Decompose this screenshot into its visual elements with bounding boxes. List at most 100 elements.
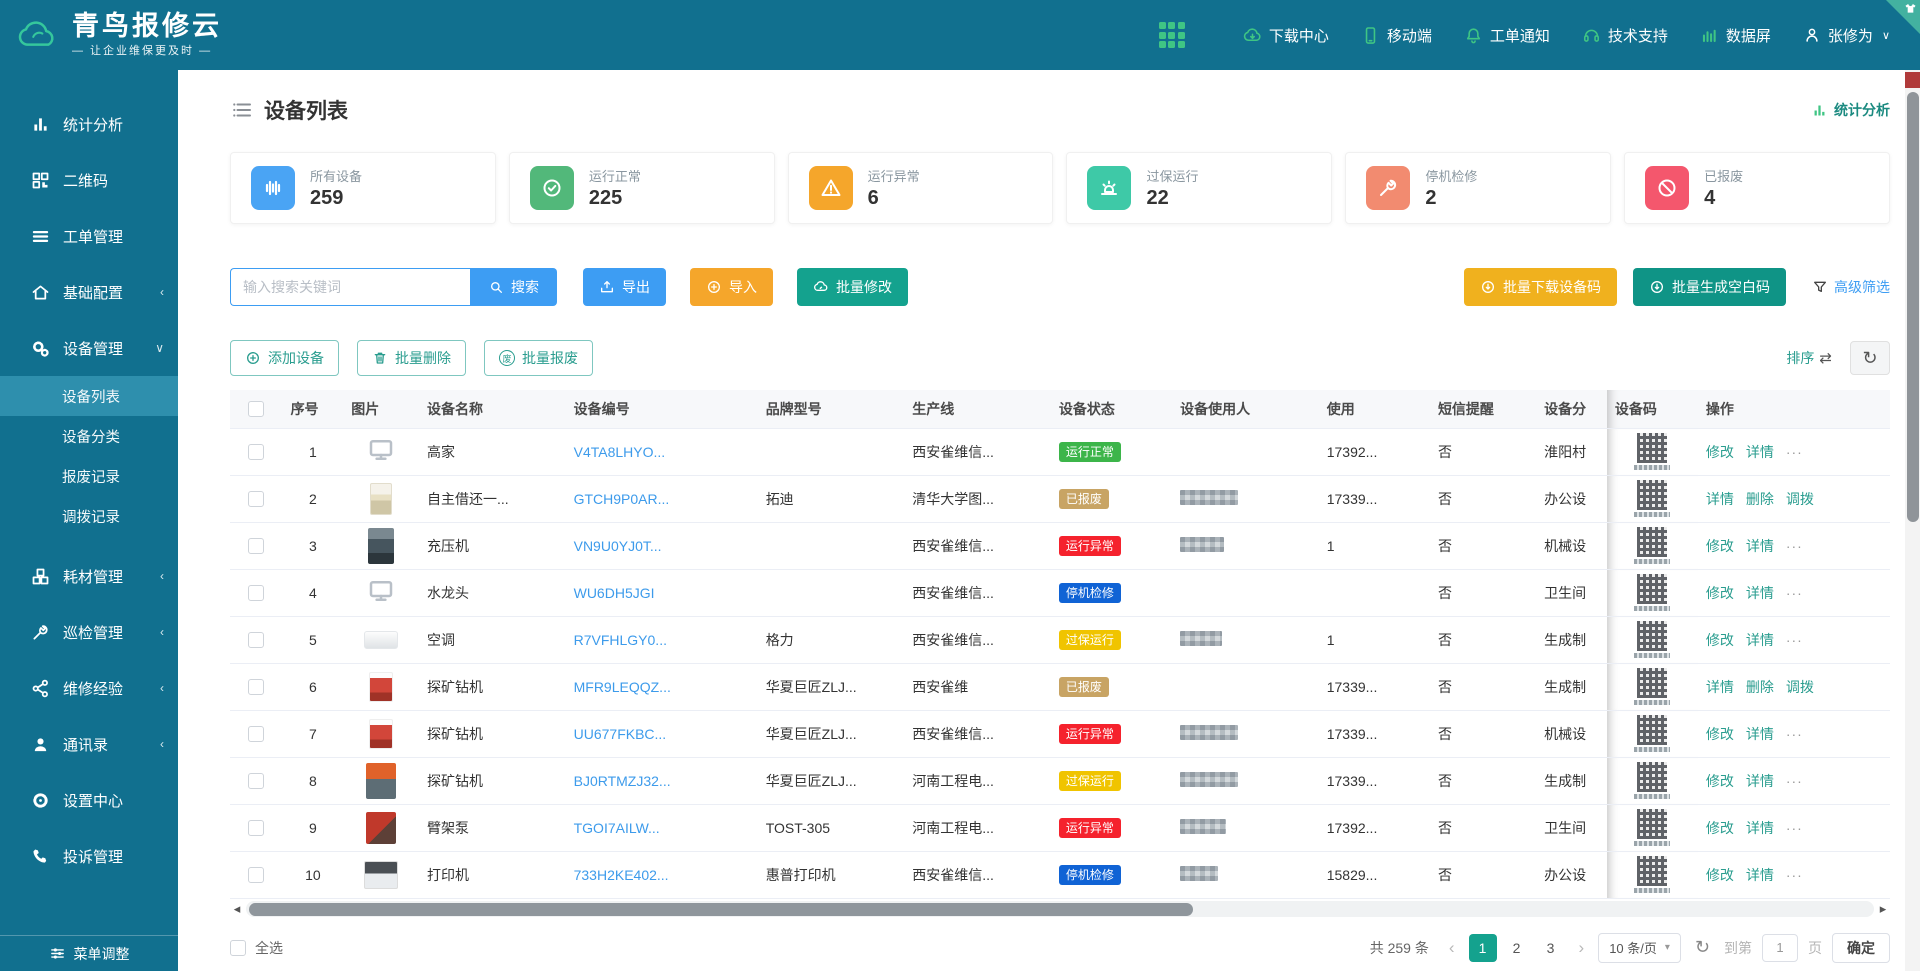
more-actions-button[interactable]: ···: [1786, 867, 1803, 883]
more-actions-button[interactable]: ···: [1786, 538, 1803, 554]
topnav-item-下载中心[interactable]: 下载中心: [1243, 25, 1329, 46]
next-page-button[interactable]: ›: [1575, 938, 1589, 958]
more-actions-button[interactable]: ···: [1786, 585, 1803, 601]
topnav-item-数据屏[interactable]: 数据屏: [1700, 25, 1771, 46]
row-checkbox[interactable]: [248, 867, 264, 883]
sidebar-item-二维码[interactable]: 二维码: [0, 152, 178, 208]
row-checkbox[interactable]: [248, 444, 264, 460]
row-checkbox[interactable]: [248, 538, 264, 554]
op-调拨[interactable]: 调拨: [1786, 679, 1814, 695]
stat-card-已报废[interactable]: 已报废4: [1624, 152, 1890, 224]
op-修改[interactable]: 修改: [1706, 444, 1734, 460]
refresh-table-button[interactable]: ↻: [1850, 341, 1890, 375]
row-checkbox[interactable]: [248, 773, 264, 789]
op-详情[interactable]: 详情: [1746, 867, 1774, 883]
op-详情[interactable]: 详情: [1706, 679, 1734, 695]
device-code-link[interactable]: BJ0RTMZJ32...: [574, 773, 671, 789]
op-删除[interactable]: 删除: [1746, 679, 1774, 695]
more-actions-button[interactable]: ···: [1786, 632, 1803, 648]
device-code-link[interactable]: V4TA8LHYO...: [574, 444, 666, 460]
more-actions-button[interactable]: ···: [1786, 444, 1803, 460]
batch-generate-codes-button[interactable]: 批量生成空白码: [1633, 268, 1786, 306]
batch-delete-button[interactable]: 批量删除: [357, 340, 466, 376]
row-checkbox[interactable]: [248, 679, 264, 695]
device-photo-photo-ac[interactable]: [364, 631, 398, 649]
more-actions-button[interactable]: ···: [1786, 820, 1803, 836]
confirm-button[interactable]: 确定: [1832, 933, 1890, 963]
op-详情[interactable]: 详情: [1706, 491, 1734, 507]
op-详情[interactable]: 详情: [1746, 773, 1774, 789]
hscroll-track[interactable]: [246, 901, 1874, 917]
device-code-link[interactable]: GTCH9P0AR...: [574, 491, 670, 507]
batch-download-codes-button[interactable]: 批量下载设备码: [1464, 268, 1617, 306]
device-qrcode[interactable]: [1634, 527, 1670, 564]
add-device-button[interactable]: 添加设备: [230, 340, 339, 376]
op-详情[interactable]: 详情: [1746, 820, 1774, 836]
search-button[interactable]: 搜索: [470, 268, 557, 306]
vscroll-thumb[interactable]: [1907, 92, 1919, 522]
stat-card-运行正常[interactable]: 运行正常225: [509, 152, 775, 224]
device-photo-photo-machine[interactable]: [366, 763, 396, 799]
sidebar-item-通讯录[interactable]: 通讯录‹: [0, 716, 178, 772]
device-code-link[interactable]: 733H2KE402...: [574, 867, 669, 883]
op-修改[interactable]: 修改: [1706, 632, 1734, 648]
device-qrcode[interactable]: [1634, 480, 1670, 517]
row-checkbox[interactable]: [248, 820, 264, 836]
op-修改[interactable]: 修改: [1706, 773, 1734, 789]
device-code-link[interactable]: TGOI7AILW...: [574, 820, 660, 836]
batch-edit-button[interactable]: 批量修改: [797, 268, 908, 306]
device-code-link[interactable]: WU6DH5JGI: [574, 585, 655, 601]
select-all-checkbox[interactable]: [230, 940, 246, 956]
op-修改[interactable]: 修改: [1706, 585, 1734, 601]
device-code-link[interactable]: VN9U0YJ0T...: [574, 538, 662, 554]
batch-scrap-button[interactable]: 废 批量报废: [484, 340, 593, 376]
stat-card-停机检修[interactable]: 停机检修2: [1345, 152, 1611, 224]
device-photo-photo-pump[interactable]: [366, 812, 396, 844]
op-删除[interactable]: 删除: [1746, 491, 1774, 507]
advanced-filter-link[interactable]: 高级筛选: [1812, 277, 1890, 297]
topnav-item-技术支持[interactable]: 技术支持: [1582, 25, 1668, 46]
header-checkbox[interactable]: [248, 401, 264, 417]
stat-card-所有设备[interactable]: 所有设备259: [230, 152, 496, 224]
page-button-3[interactable]: 3: [1537, 934, 1565, 962]
apps-grid-icon[interactable]: [1159, 22, 1185, 48]
sidebar-subitem-设备列表[interactable]: 设备列表: [0, 376, 178, 416]
device-code-link[interactable]: MFR9LEQQZ...: [574, 679, 671, 695]
select-all[interactable]: 全选: [230, 938, 283, 958]
device-qrcode[interactable]: [1634, 433, 1670, 470]
row-checkbox[interactable]: [248, 632, 264, 648]
device-photo-photo-drill[interactable]: [369, 672, 393, 702]
hscroll-thumb[interactable]: [249, 903, 1193, 916]
goto-page-input[interactable]: [1762, 934, 1798, 962]
op-修改[interactable]: 修改: [1706, 538, 1734, 554]
sort-link[interactable]: 排序⇄: [1786, 348, 1832, 368]
device-qrcode[interactable]: [1634, 668, 1670, 705]
device-photo-photo-dark[interactable]: [368, 528, 394, 564]
page-button-1[interactable]: 1: [1469, 934, 1497, 962]
menu-adjust-button[interactable]: 菜单调整: [0, 935, 178, 971]
more-actions-button[interactable]: ···: [1786, 773, 1803, 789]
sidebar-subitem-设备分类[interactable]: 设备分类: [0, 416, 178, 456]
sidebar-item-投诉管理[interactable]: 投诉管理: [0, 828, 178, 884]
device-qrcode[interactable]: [1634, 856, 1670, 893]
stat-card-过保运行[interactable]: 过保运行22: [1066, 152, 1332, 224]
op-详情[interactable]: 详情: [1746, 585, 1774, 601]
topnav-item-工单通知[interactable]: 工单通知: [1464, 25, 1550, 46]
device-photo-photo-drill[interactable]: [369, 719, 393, 749]
op-修改[interactable]: 修改: [1706, 726, 1734, 742]
user-menu[interactable]: 张修为 ∨: [1803, 25, 1890, 46]
device-qrcode[interactable]: [1634, 574, 1670, 611]
more-actions-button[interactable]: ···: [1786, 726, 1803, 742]
op-详情[interactable]: 详情: [1746, 632, 1774, 648]
sidebar-item-巡检管理[interactable]: 巡检管理‹: [0, 604, 178, 660]
sidebar-item-工单管理[interactable]: 工单管理: [0, 208, 178, 264]
sidebar-subitem-报废记录[interactable]: 报废记录: [0, 456, 178, 496]
stats-analysis-link[interactable]: 统计分析: [1811, 100, 1890, 120]
device-qrcode[interactable]: [1634, 715, 1670, 752]
scroll-left-arrow[interactable]: ◂: [230, 901, 244, 917]
sidebar-subitem-调拨记录[interactable]: 调拨记录: [0, 496, 178, 536]
sidebar-item-设置中心[interactable]: 设置中心: [0, 772, 178, 828]
export-button[interactable]: 导出: [583, 268, 666, 306]
row-checkbox[interactable]: [248, 726, 264, 742]
op-修改[interactable]: 修改: [1706, 867, 1734, 883]
